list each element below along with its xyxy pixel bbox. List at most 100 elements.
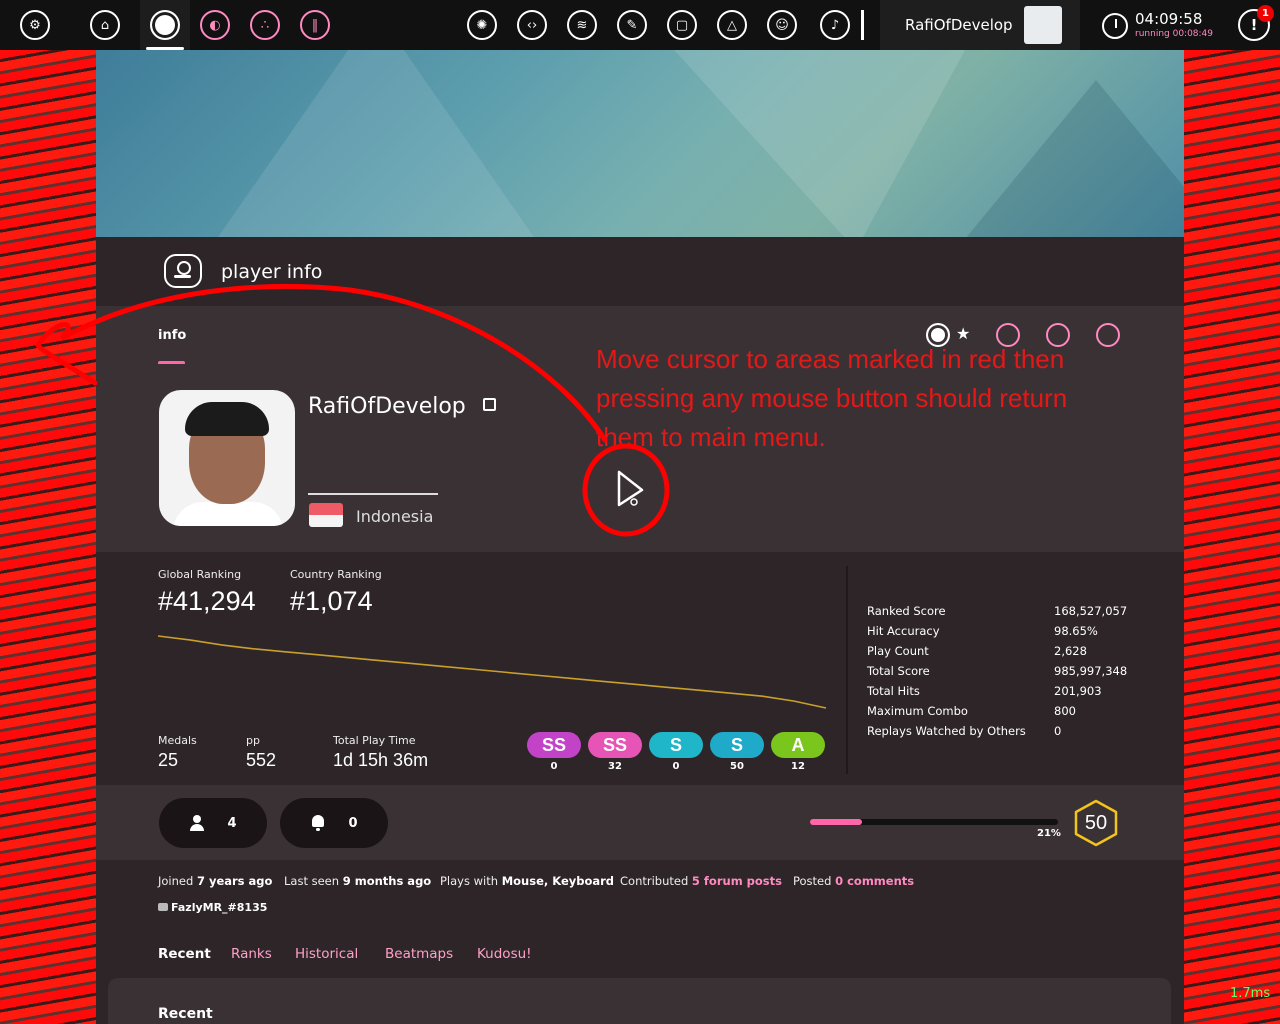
music-button[interactable]: ♪ xyxy=(810,0,860,50)
discord-icon xyxy=(158,903,168,911)
rankings-icon: △ xyxy=(717,10,747,40)
osu-ruleset-icon xyxy=(150,10,180,40)
dashboard-icon: ☺ xyxy=(767,10,797,40)
grade-count: 0 xyxy=(550,761,558,772)
rank-history-line xyxy=(158,635,827,709)
chat-button[interactable]: ▢ xyxy=(657,0,707,50)
rankings-button[interactable]: △ xyxy=(707,0,757,50)
plays-with-info: Plays with Mouse, Keyboard xyxy=(440,874,615,888)
tab-historical[interactable]: Historical xyxy=(295,946,358,962)
mapping-subscribers-button[interactable]: 0 xyxy=(280,798,388,848)
toolbar-username: RafiOfDevelop xyxy=(905,16,1013,34)
clock-time: 04:09:58 xyxy=(1135,10,1203,28)
code-icon: ‹› xyxy=(517,10,547,40)
detail-label: Total Hits xyxy=(867,684,920,698)
tab-ranks[interactable]: Ranks xyxy=(231,946,272,962)
ruleset-mania-button[interactable]: ‖ xyxy=(290,0,340,50)
medals-value: 25 xyxy=(158,750,179,770)
news-button[interactable]: ≋ xyxy=(557,0,607,50)
exclamation-icon: ! xyxy=(1250,16,1258,34)
detail-label: Total Score xyxy=(867,664,930,678)
country-name[interactable]: Indonesia xyxy=(356,507,433,526)
grade-badge: S xyxy=(649,732,703,758)
detail-label: Hit Accuracy xyxy=(867,624,940,638)
stats-divider xyxy=(846,566,848,774)
subscribers-count: 0 xyxy=(348,815,358,831)
annotation-text: Move cursor to areas marked in red then … xyxy=(596,344,1068,452)
loading-button[interactable]: ✺ xyxy=(457,0,507,50)
grade-badge: S xyxy=(710,732,764,758)
rank-history-graph[interactable] xyxy=(158,632,828,712)
tab-kudosu[interactable]: Kudosu! xyxy=(477,946,532,962)
notifications-button[interactable]: ! 1 xyxy=(1238,5,1274,41)
grade-badge: A xyxy=(771,732,825,758)
home-button[interactable]: ⌂ xyxy=(80,0,130,50)
playtime-label: Total Play Time xyxy=(333,734,416,747)
left-return-area[interactable] xyxy=(0,50,96,1024)
clock-icon xyxy=(1102,13,1128,39)
level-progress-label: 21% xyxy=(1037,828,1061,839)
settings-button[interactable]: ⚙ xyxy=(10,0,60,50)
clock-running: running 00:08:49 xyxy=(1135,29,1214,39)
level-progress-fill xyxy=(810,819,863,825)
beatmap-listing-button[interactable]: ✎ xyxy=(607,0,657,50)
flag-icon xyxy=(309,503,343,527)
profile-cover xyxy=(96,50,1184,237)
detail-label: Ranked Score xyxy=(867,604,946,618)
medals-label: Medals xyxy=(158,734,197,747)
profile-username[interactable]: RafiOfDevelop xyxy=(308,394,466,419)
country-ranking-value: #1,074 xyxy=(290,586,373,616)
latency-readout: 1.7ms xyxy=(1230,986,1271,1001)
taiko-ruleset-icon: ◐ xyxy=(200,10,230,40)
country-ranking-label: Country Ranking xyxy=(290,568,382,581)
tab-beatmaps[interactable]: Beatmaps xyxy=(385,946,453,962)
level-progress-bar xyxy=(810,819,1058,825)
external-link-icon[interactable] xyxy=(483,398,496,411)
followers-button[interactable]: 4 xyxy=(159,798,267,848)
user-profile-overlay: player info info ★ RafiOfDevelop Indones… xyxy=(96,50,1184,1024)
avatar xyxy=(1024,6,1062,44)
top-toolbar: ⚙ ⌂ ◐ ∴ ‖ ✺ ‹› ≋ ✎ ▢ △ ☺ ♪ RafiOfDevelop… xyxy=(0,0,1280,50)
ruleset-taiko-button[interactable]: ◐ xyxy=(190,0,240,50)
right-return-area[interactable] xyxy=(1184,50,1280,1024)
profile-header: player info xyxy=(96,237,1184,306)
section-title: Recent xyxy=(158,1006,213,1022)
pp-label: pp xyxy=(246,734,260,747)
detail-value: 985,997,348 xyxy=(1054,664,1128,678)
notification-badge: 1 xyxy=(1257,5,1274,22)
grade-count: 0 xyxy=(672,761,680,772)
detail-label: Replays Watched by Others xyxy=(867,724,1026,738)
detail-value: 201,903 xyxy=(1054,684,1102,698)
grade-count: 12 xyxy=(791,761,805,772)
ruleset-osu-button[interactable] xyxy=(140,0,190,50)
level-value: 50 xyxy=(1084,811,1108,834)
global-ranking-value: #41,294 xyxy=(158,586,256,616)
followers-count: 4 xyxy=(227,815,237,831)
contributed-info[interactable]: Contributed 5 forum posts xyxy=(620,874,782,888)
section-tabs: Recent Ranks Historical Beatmaps Kudosu!… xyxy=(96,924,1184,1024)
bell-icon xyxy=(310,815,326,831)
discord-info: FazlyMR_#8135 xyxy=(158,901,267,914)
home-icon: ⌂ xyxy=(90,10,120,40)
tab-recent[interactable]: Recent xyxy=(158,946,211,962)
detail-label: Maximum Combo xyxy=(867,704,968,718)
profile-meta: Joined 7 years ago Last seen 9 months ag… xyxy=(96,860,1184,924)
user-button[interactable]: RafiOfDevelop xyxy=(880,0,1080,50)
detail-value: 0 xyxy=(1054,724,1062,738)
social-bar: 4 0 21% 50 xyxy=(96,785,1184,860)
changelog-button[interactable]: ‹› xyxy=(507,0,557,50)
catch-ruleset-icon: ∴ xyxy=(250,10,280,40)
user-icon xyxy=(164,254,202,288)
recent-section: Recent xyxy=(108,978,1171,1024)
dashboard-button[interactable]: ☺ xyxy=(757,0,807,50)
mania-ruleset-icon[interactable] xyxy=(1096,323,1120,347)
beatmap-icon: ✎ xyxy=(617,10,647,40)
chat-icon: ▢ xyxy=(667,10,697,40)
tab-info[interactable]: info xyxy=(158,328,186,343)
joined-info: Joined 7 years ago xyxy=(158,874,273,888)
posted-info[interactable]: Posted 0 comments xyxy=(793,874,914,888)
ruleset-catch-button[interactable]: ∴ xyxy=(240,0,290,50)
last-seen-info: Last seen 9 months ago xyxy=(284,874,432,888)
loader-icon: ✺ xyxy=(467,10,497,40)
grade-badge: SS xyxy=(588,732,642,758)
